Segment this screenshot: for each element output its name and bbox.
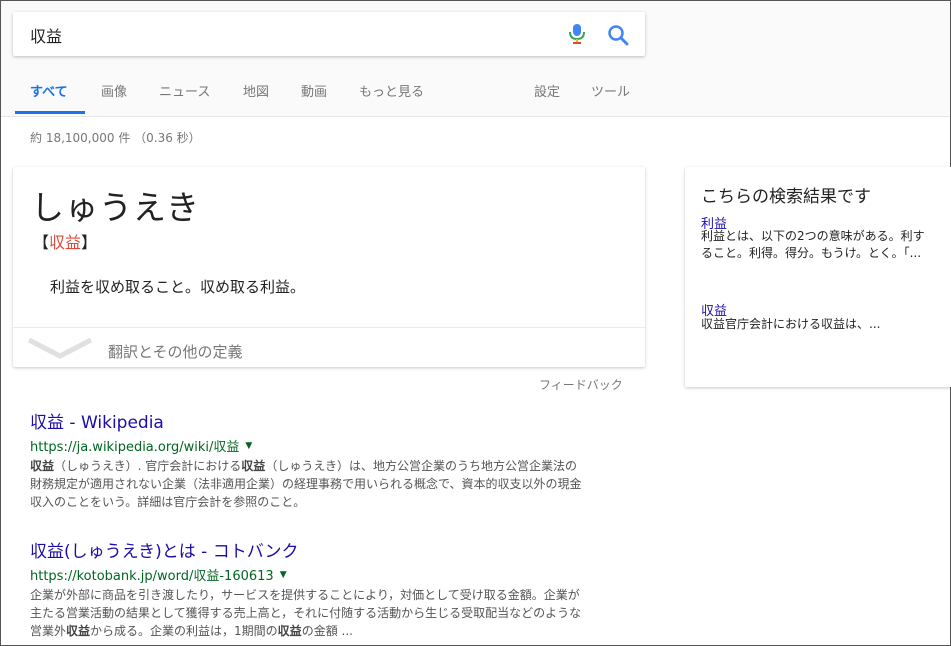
tab-maps[interactable]: 地図 [243, 81, 269, 100]
top-bar: 収益 すべて 画像 ニュース 地図 動画 もっと見る 設定 ツール [1, 1, 950, 117]
snippet-line: 営業外収益から成る。企業の利益は，1期間の収益の金額 ... [30, 622, 640, 640]
snippet-bold: 収益 [66, 624, 91, 638]
bracket-open: 【 [33, 233, 50, 252]
side-text-line: 利益とは、以下の2つの意味がある。利す [701, 229, 925, 243]
tab-more[interactable]: もっと見る [359, 81, 424, 100]
more-definitions-link[interactable]: 翻訳とその他の定義 [108, 341, 243, 362]
result-snippet: 企業が外部に商品を引き渡したり，サービスを提供することにより，対価として受け取る… [30, 586, 640, 640]
tab-videos[interactable]: 動画 [301, 81, 327, 100]
snippet-bold: 収益 [30, 459, 55, 473]
result-title-link[interactable]: 収益(しゅうえき)とは - コトバンク [30, 537, 640, 562]
result-stats: 約 18,100,000 件 （0.36 秒） [30, 131, 201, 145]
search-input[interactable]: 収益 [30, 23, 62, 47]
result-snippet: 収益（しゅうえき）. 官庁会計における収益（しゅうえき）は、地方公営企業のうち地… [30, 457, 640, 511]
side-text: 利益とは、以下の2つの意味がある。利す ること。利得。得分。もうけ。とく。「..… [701, 228, 951, 262]
result-url: https://ja.wikipedia.org/wiki/収益 ▼ [30, 436, 640, 455]
snippet-line: 収益（しゅうえき）. 官庁会計における収益（しゅうえき）は、地方公営企業のうち地… [30, 457, 640, 475]
snippet-line: 財務規定が適用されない企業（法非適用企業）の経理事務で用いられる概念で、資本的収… [30, 477, 582, 491]
dictionary-reading: しゅうえき [31, 188, 201, 227]
side-text: 収益官庁会計における収益は、... [701, 316, 951, 333]
search-result: 収益 - Wikipedia https://ja.wikipedia.org/… [30, 408, 640, 511]
search-result: 収益(しゅうえき)とは - コトバンク https://kotobank.jp/… [30, 537, 640, 640]
result-url: https://kotobank.jp/word/収益-160613 ▼ [30, 565, 640, 584]
snippet-text: （しゅうえき）は、地方公営企業のうち地方公営企業法の [265, 459, 577, 473]
side-text-line: 収益官庁会計における収益は、... [701, 317, 881, 331]
side-panel: こちらの検索結果です 利益 利益とは、以下の2つの意味がある。利す ること。利得… [685, 167, 951, 387]
dictionary-definition: 利益を収め取ること。収め取る利益。 [50, 278, 306, 296]
microphone-icon[interactable] [568, 23, 586, 45]
snippet-line: 収入のことをいう。詳細は官庁会計を参照のこと。 [30, 495, 306, 509]
snippet-bold: 収益 [277, 624, 302, 638]
snippet-line: 企業が外部に商品を引き渡したり，サービスを提供することにより，対価として受け取る… [30, 588, 580, 602]
result-url-text: https://kotobank.jp/word/収益-160613 [30, 569, 274, 584]
chevron-down-icon[interactable] [27, 336, 93, 360]
result-url-text: https://ja.wikipedia.org/wiki/収益 [30, 440, 240, 455]
tab-images[interactable]: 画像 [101, 81, 127, 100]
tab-news[interactable]: ニュース [159, 81, 210, 100]
snippet-bold: 収益 [241, 459, 266, 473]
tab-tools[interactable]: ツール [591, 81, 630, 100]
snippet-text: （しゅうえき）. 官庁会計における [54, 459, 242, 473]
bracket-close: 】 [81, 233, 98, 252]
feedback-link[interactable]: フィードバック [539, 376, 623, 393]
snippet-text: 営業外 [30, 624, 67, 638]
snippet-text: から成る。企業の利益は，1期間の [90, 624, 278, 638]
result-title-link[interactable]: 収益 - Wikipedia [30, 408, 640, 433]
dropdown-caret-icon[interactable]: ▼ [245, 441, 252, 451]
dictionary-kanji-text: 収益 [49, 233, 82, 252]
snippet-line: 主たる営業活動の結果として獲得する売上高と，それに付随する活動から生じる受取配当… [30, 606, 582, 620]
divider [13, 327, 645, 328]
search-box[interactable]: 収益 [13, 12, 645, 56]
snippet-text: の金額 ... [301, 624, 353, 638]
active-tab-indicator [15, 111, 85, 114]
tab-settings[interactable]: 設定 [534, 81, 560, 100]
side-panel-title: こちらの検索結果です [701, 187, 871, 207]
dictionary-kanji: 【収益】 [33, 229, 97, 253]
tab-all[interactable]: すべて [30, 81, 68, 100]
search-icon[interactable] [607, 24, 629, 46]
dictionary-card: しゅうえき 【収益】 利益を収め取ること。収め取る利益。 翻訳とその他の定義 [13, 167, 645, 367]
side-text-line: ること。利得。得分。もうけ。とく。「... [701, 246, 922, 260]
dropdown-caret-icon[interactable]: ▼ [280, 570, 287, 580]
